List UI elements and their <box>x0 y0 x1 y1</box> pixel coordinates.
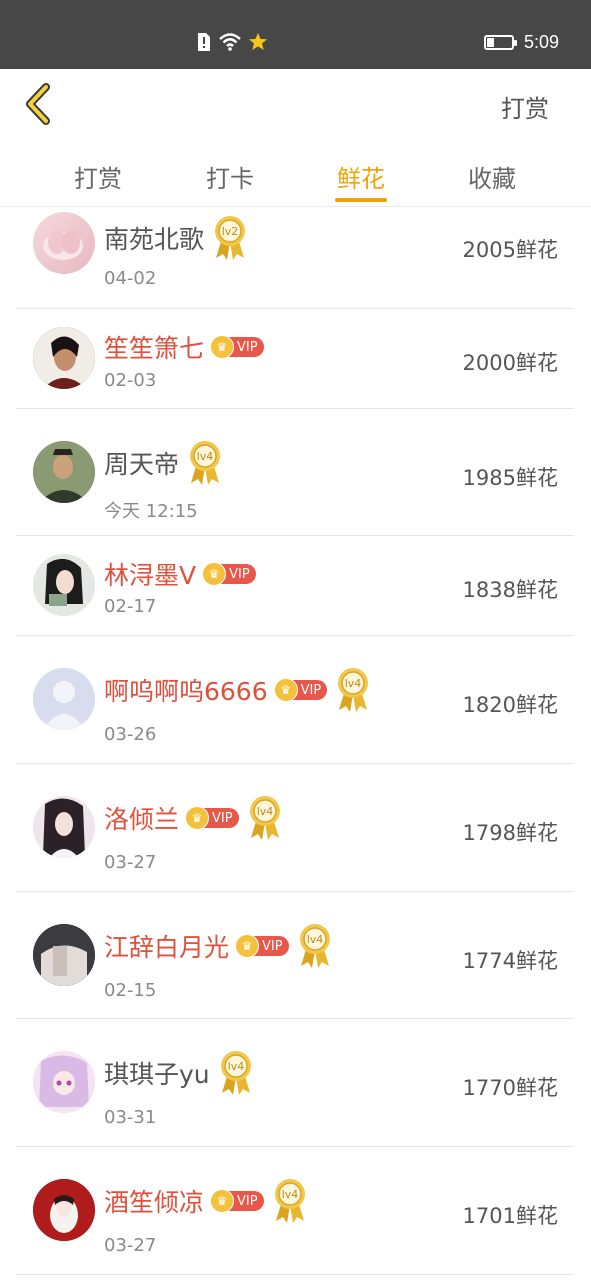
level-text: lv2 <box>222 225 239 238</box>
level-medal-icon: lv2 <box>215 216 246 260</box>
level-medal-icon: lv4 <box>299 924 330 968</box>
level-text: lv4 <box>227 1060 244 1073</box>
user-name[interactable]: 酒笙倾凉 <box>104 1183 204 1219</box>
avatar[interactable] <box>33 796 95 858</box>
level-medal-icon: lv4 <box>249 796 280 840</box>
name-line: 江辞白月光 ♛ VIP lv4 <box>104 922 333 970</box>
name-line: 南苑北歌 lv2 <box>104 214 248 262</box>
list-item[interactable]: 林浔墨V ♛ VIP 02-17 1838鲜花 <box>16 536 574 636</box>
battery-icon <box>483 35 517 50</box>
name-line: 笙笙箫七 ♛ VIP <box>104 329 264 365</box>
user-name[interactable]: 笙笙箫七 <box>104 329 204 365</box>
level-medal-icon: lv4 <box>338 668 369 712</box>
level-medal-icon: lv4 <box>220 1051 251 1095</box>
avatar[interactable] <box>33 441 95 503</box>
reward-button[interactable]: 打赏 <box>501 89 549 124</box>
vip-badge: ♛ VIP <box>210 1189 264 1213</box>
date: 03-27 <box>104 852 157 873</box>
avatar[interactable] <box>33 327 95 389</box>
date: 03-27 <box>104 1235 157 1256</box>
name-line: 林浔墨V ♛ VIP <box>104 556 256 592</box>
avatar[interactable] <box>33 212 95 274</box>
clock: 5:09 <box>523 32 559 52</box>
user-name[interactable]: 洛倾兰 <box>104 800 179 836</box>
date: 02-17 <box>104 596 157 617</box>
name-line: 啊呜啊呜6666 ♛ VIP lv4 <box>104 666 371 714</box>
list-item[interactable]: 周天帝 lv4 今天 12:15 1985鲜花 <box>16 409 574 536</box>
status-bar: 5:09 <box>0 0 591 69</box>
flower-amount: 1985鲜花 <box>462 466 558 490</box>
name-line: 周天帝 lv4 <box>104 439 223 487</box>
vip-badge: ♛ VIP <box>235 934 289 958</box>
crown-icon: ♛ <box>202 562 227 586</box>
name-line: 琪琪子yu lv4 <box>104 1049 254 1097</box>
avatar[interactable] <box>33 668 95 730</box>
level-text: lv4 <box>197 450 214 463</box>
list-item[interactable]: 南苑北歌 lv2 04-02 2005鲜花 <box>16 208 574 309</box>
active-tab-indicator <box>335 198 387 202</box>
avatar[interactable] <box>33 924 95 986</box>
user-name[interactable]: 周天帝 <box>104 445 179 481</box>
status-icons <box>196 32 268 52</box>
level-text: lv4 <box>281 1188 298 1201</box>
list-item[interactable]: 琪琪子yu lv4 03-31 1770鲜花 <box>16 1019 574 1147</box>
name-line: 酒笙倾凉 ♛ VIP lv4 <box>104 1177 308 1225</box>
status-right: 5:09 <box>483 32 559 53</box>
user-name[interactable]: 南苑北歌 <box>104 220 204 256</box>
name-line: 洛倾兰 ♛ VIP lv4 <box>104 794 283 842</box>
level-medal-icon: lv4 <box>274 1179 305 1223</box>
flower-amount: 1770鲜花 <box>462 1076 558 1100</box>
user-name[interactable]: 啊呜啊呜6666 <box>104 672 268 708</box>
star-icon <box>249 33 267 50</box>
vip-badge: ♛ VIP <box>185 806 239 830</box>
tab-flowers[interactable]: 鲜花 <box>311 159 411 194</box>
level-text: lv4 <box>306 933 323 946</box>
list-item[interactable]: 啊呜啊呜6666 ♛ VIP lv4 03-26 1820鲜花 <box>16 636 574 764</box>
back-button[interactable] <box>22 83 56 125</box>
user-name[interactable]: 琪琪子yu <box>104 1055 210 1091</box>
tab-favorites[interactable]: 收藏 <box>442 159 542 194</box>
flower-amount: 1838鲜花 <box>462 578 558 602</box>
flower-amount: 2000鲜花 <box>462 351 558 375</box>
crown-icon: ♛ <box>185 806 210 830</box>
flower-amount: 1798鲜花 <box>462 821 558 845</box>
level-medal-icon: lv4 <box>190 441 221 485</box>
sim-alert-icon <box>198 33 210 51</box>
user-name[interactable]: 江辞白月光 <box>104 928 229 964</box>
flower-amount: 1820鲜花 <box>462 693 558 717</box>
user-name[interactable]: 林浔墨V <box>104 556 196 592</box>
tab-bar: 打赏 打卡 鲜花 收藏 <box>0 139 591 207</box>
list-item[interactable]: 江辞白月光 ♛ VIP lv4 02-15 1774鲜花 <box>16 892 574 1019</box>
chevron-left-icon <box>26 83 50 125</box>
crown-icon: ♛ <box>235 934 260 958</box>
date: 02-03 <box>104 370 157 391</box>
tab-reward[interactable]: 打赏 <box>48 159 148 194</box>
date: 03-31 <box>104 1107 157 1128</box>
flower-amount: 1774鲜花 <box>462 949 558 973</box>
level-text: lv4 <box>345 677 362 690</box>
level-text: lv4 <box>256 805 273 818</box>
avatar[interactable] <box>33 1051 95 1113</box>
header: 打赏 <box>0 69 591 139</box>
avatar[interactable] <box>33 554 95 616</box>
flower-amount: 1701鲜花 <box>462 1204 558 1228</box>
date: 04-02 <box>104 268 157 289</box>
vip-badge: ♛ VIP <box>202 562 256 586</box>
date: 今天 12:15 <box>104 501 198 522</box>
crown-icon: ♛ <box>210 1189 235 1213</box>
crown-icon: ♛ <box>210 335 235 359</box>
list-item[interactable]: 笙笙箫七 ♛ VIP 02-03 2000鲜花 <box>16 309 574 409</box>
vip-badge: ♛ VIP <box>273 678 328 702</box>
list-item[interactable]: 酒笙倾凉 ♛ VIP lv4 03-27 1701鲜花 <box>16 1147 574 1275</box>
vip-badge: ♛ VIP <box>210 335 264 359</box>
wifi-icon <box>219 33 241 51</box>
avatar[interactable] <box>33 1179 95 1241</box>
list-item[interactable]: 洛倾兰 ♛ VIP lv4 03-27 1798鲜花 <box>16 764 574 892</box>
date: 03-26 <box>104 724 157 745</box>
tab-checkin[interactable]: 打卡 <box>180 159 280 194</box>
flower-amount: 2005鲜花 <box>462 238 558 262</box>
crown-icon: ♛ <box>273 678 298 702</box>
date: 02-15 <box>104 980 157 1001</box>
